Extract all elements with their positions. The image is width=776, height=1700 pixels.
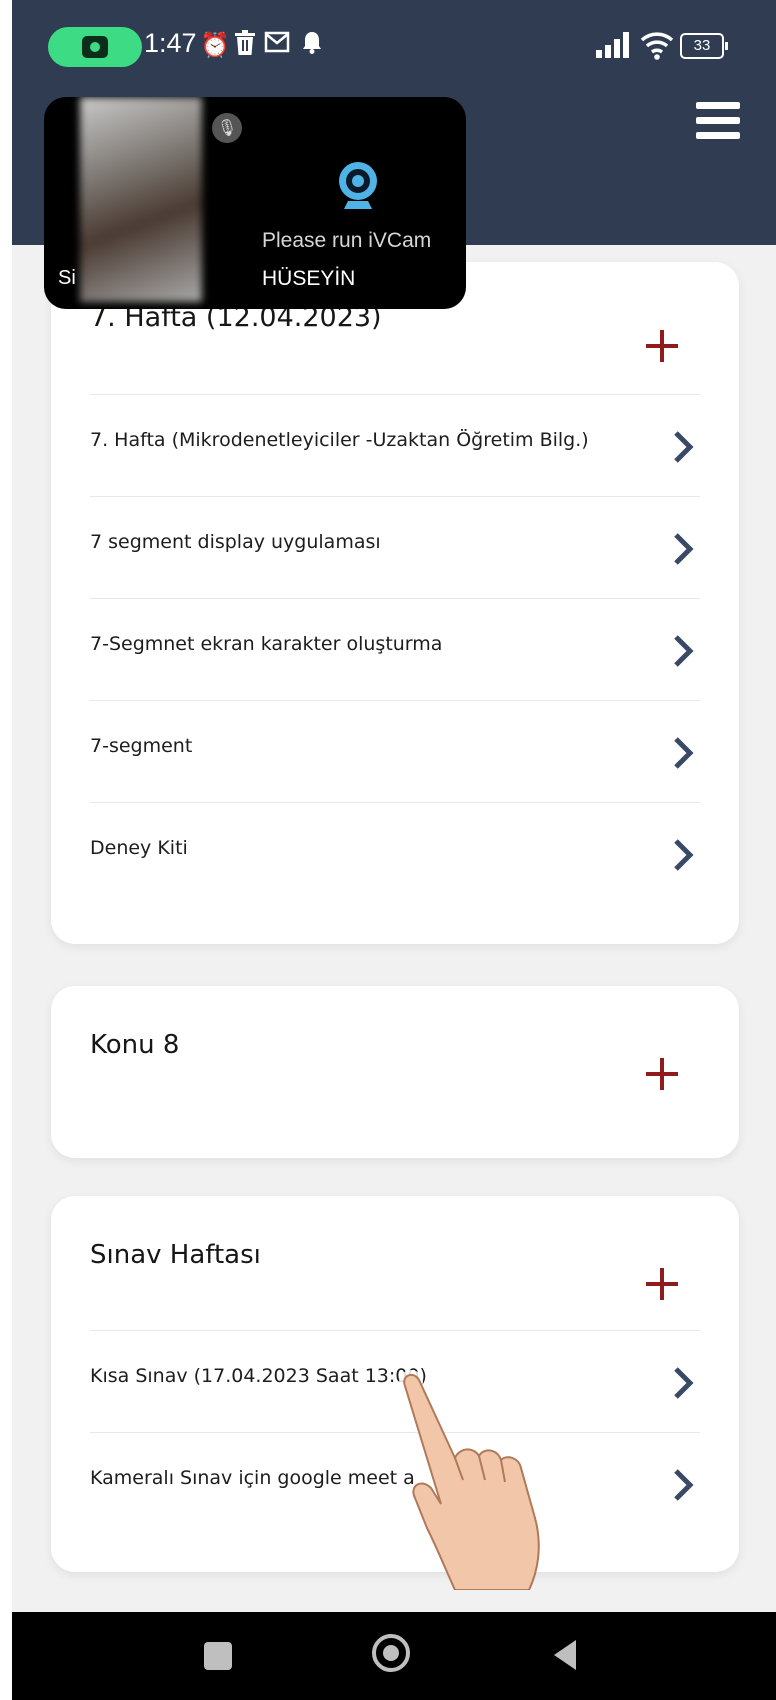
- gmail-icon: [264, 30, 290, 60]
- home-icon[interactable]: [372, 1634, 410, 1672]
- status-bar: 1:47 ⏰ 33: [12, 0, 776, 90]
- chevron-right-icon: [674, 1367, 694, 1399]
- list-item-label: 7-Segmnet ekran karakter oluşturma: [90, 633, 443, 655]
- chevron-right-icon: [674, 533, 694, 565]
- add-plus-icon[interactable]: [644, 1266, 680, 1302]
- android-nav-bar: [12, 1612, 776, 1700]
- add-plus-icon[interactable]: [644, 1056, 680, 1092]
- signal-icon: [596, 30, 634, 58]
- list-item[interactable]: Kameralı Sınav için google meet a: [90, 1432, 700, 1533]
- chevron-right-icon: [674, 635, 694, 667]
- blurred-video-thumbnail: [80, 97, 202, 302]
- hamburger-menu-icon[interactable]: [696, 102, 740, 140]
- recent-apps-icon[interactable]: [204, 1642, 232, 1670]
- mic-muted-icon: 🎙: [212, 113, 242, 143]
- ivcam-message: Please run iVCam: [262, 229, 432, 252]
- chevron-right-icon: [674, 737, 694, 769]
- list-item[interactable]: Deney Kiti: [90, 802, 700, 903]
- participant-left-label: Si: [58, 267, 76, 289]
- list-item-label: Kameralı Sınav için google meet a: [90, 1467, 415, 1489]
- add-plus-icon[interactable]: [644, 328, 680, 364]
- battery-level: 33: [693, 37, 711, 54]
- list-item-label: 7-segment: [90, 735, 193, 757]
- chevron-right-icon: [674, 839, 694, 871]
- trash-icon: [234, 30, 256, 63]
- section-title: Konu 8: [90, 1030, 180, 1060]
- list-item-label: Kısa Sınav (17.04.2023 Saat 13:00): [90, 1365, 427, 1387]
- chevron-right-icon: [674, 431, 694, 463]
- app-screen: 1:47 ⏰ 33 🎙 Si Please run iVCam HÜSEYİN …: [12, 0, 776, 1700]
- notification-bell-icon: [302, 30, 322, 61]
- battery-icon: 33: [680, 33, 728, 59]
- list-item[interactable]: 7 segment display uygulaması: [90, 496, 700, 597]
- back-icon[interactable]: [550, 1638, 578, 1672]
- list-item-label: Deney Kiti: [90, 837, 188, 859]
- alarm-icon: ⏰: [200, 31, 230, 59]
- section-card-konu8: Konu 8: [51, 986, 739, 1158]
- section-card-week7: 7. Hafta (12.04.2023) 7. Hafta (Mikroden…: [51, 262, 739, 944]
- chevron-right-icon: [674, 1469, 694, 1501]
- wifi-icon: [640, 32, 674, 60]
- status-time: 1:47: [144, 28, 197, 58]
- screen-record-icon[interactable]: [48, 27, 142, 67]
- list-item-label: 7. Hafta (Mikrodenetleyiciler -Uzaktan Ö…: [90, 429, 589, 451]
- participant-name: HÜSEYİN: [262, 267, 356, 290]
- section-title: Sınav Haftası: [90, 1240, 261, 1270]
- list-item[interactable]: Kısa Sınav (17.04.2023 Saat 13:00): [90, 1330, 700, 1431]
- list-item[interactable]: 7-Segmnet ekran karakter oluşturma: [90, 598, 700, 699]
- list-item[interactable]: 7. Hafta (Mikrodenetleyiciler -Uzaktan Ö…: [90, 394, 700, 495]
- section-card-exam-week: Sınav Haftası Kısa Sınav (17.04.2023 Saa…: [51, 1196, 739, 1572]
- list-item[interactable]: 7-segment: [90, 700, 700, 801]
- video-call-overlay[interactable]: 🎙 Si Please run iVCam HÜSEYİN: [44, 97, 466, 309]
- touch-pointer-hand-icon: [399, 1370, 540, 1590]
- list-item-label: 7 segment display uygulaması: [90, 531, 381, 553]
- webcam-icon: [339, 162, 377, 209]
